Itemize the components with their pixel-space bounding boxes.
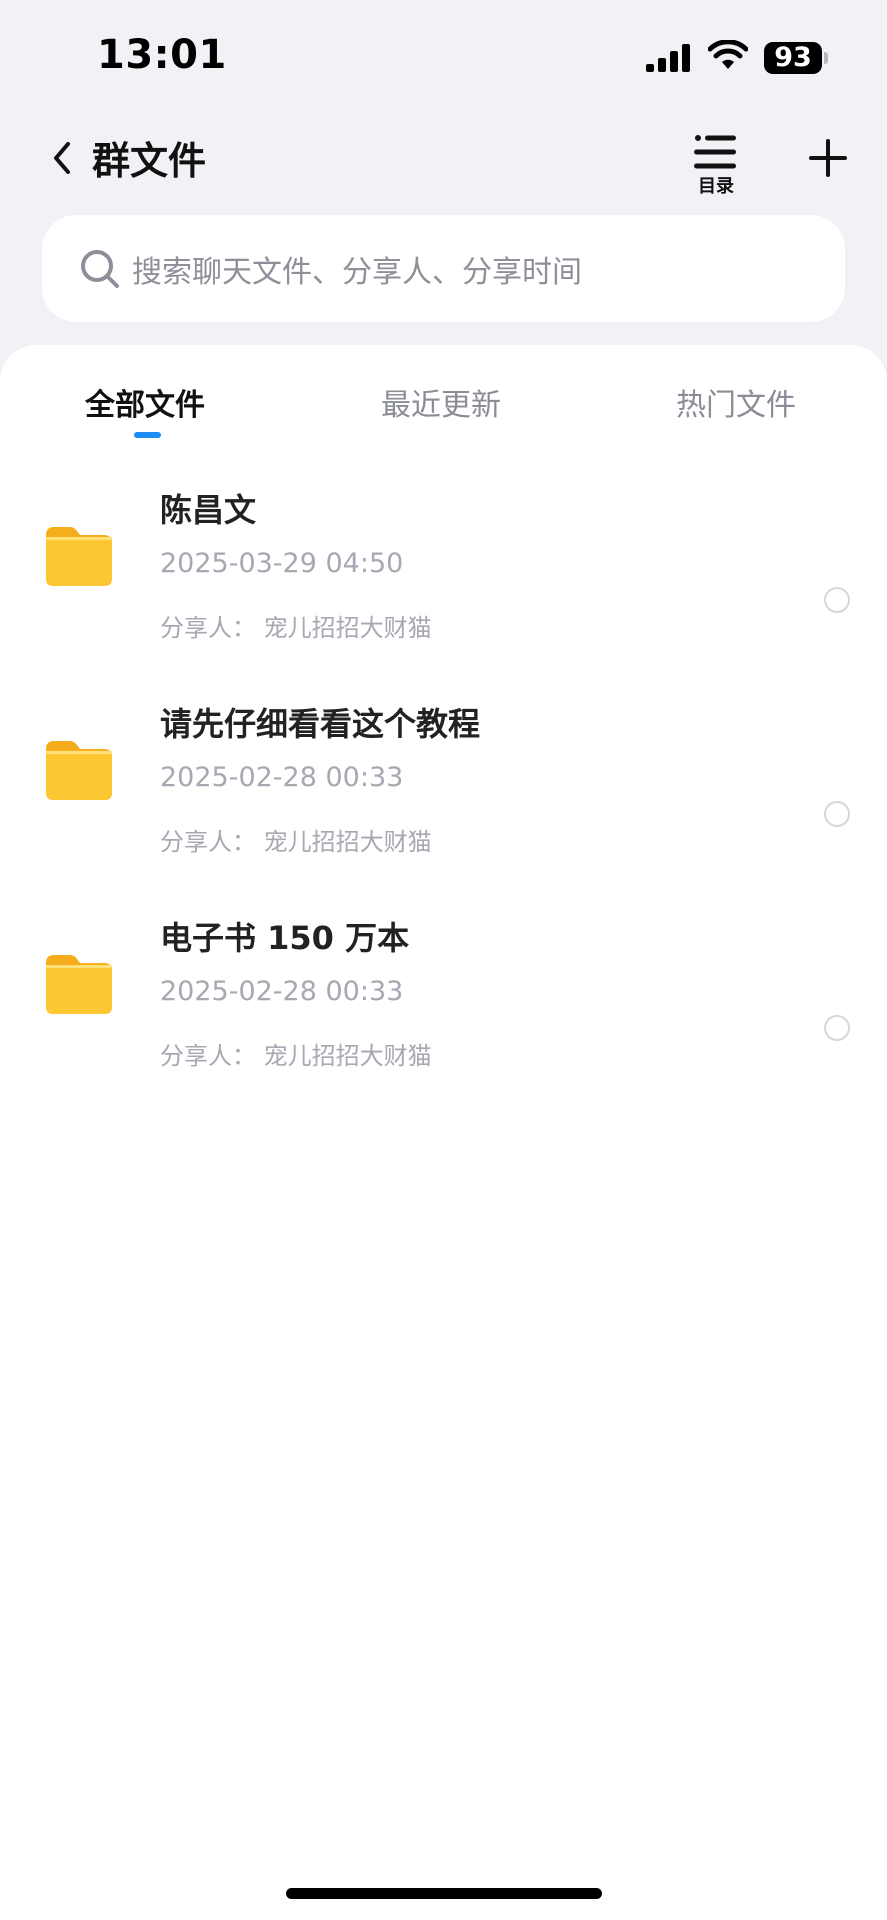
active-tab-indicator: [134, 432, 161, 438]
back-chevron-icon[interactable]: [48, 136, 76, 180]
file-sharer: 分享人： 宠儿招招大财猫: [160, 1042, 432, 1070]
file-name: 电子书 150 万本: [160, 919, 410, 957]
nav-bar: 群文件 目录: [0, 110, 887, 200]
catalog-button[interactable]: 目录: [688, 134, 744, 206]
search-placeholder: 搜索聊天文件、分享人、分享时间: [132, 255, 582, 290]
catalog-label: 目录: [698, 176, 734, 197]
file-sharer: 分享人： 宠儿招招大财猫: [160, 614, 432, 642]
cellular-signal-icon: [646, 44, 690, 72]
file-name: 陈昌文: [160, 491, 257, 529]
select-checkbox[interactable]: [824, 801, 850, 827]
select-checkbox[interactable]: [824, 1015, 850, 1041]
search-input[interactable]: 搜索聊天文件、分享人、分享时间: [42, 215, 845, 322]
search-icon: [81, 250, 119, 288]
file-date: 2025-02-28 00:33: [160, 762, 404, 793]
file-date: 2025-02-28 00:33: [160, 976, 404, 1007]
page-title: 群文件: [92, 139, 207, 183]
file-list-panel: 全部文件 最近更新 热门文件 陈昌文 2025-03-29 04:50 分享人：…: [0, 345, 887, 1920]
file-list-item[interactable]: 请先仔细看看这个教程 2025-02-28 00:33 分享人： 宠儿招招大财猫: [0, 699, 887, 909]
wifi-icon: [708, 40, 748, 69]
file-name: 请先仔细看看这个教程: [160, 705, 481, 743]
tab-hot-files[interactable]: 热门文件: [676, 380, 796, 424]
file-sharer: 分享人： 宠儿招招大财猫: [160, 828, 432, 856]
status-time: 13:01: [97, 32, 227, 78]
file-date: 2025-03-29 04:50: [160, 548, 404, 579]
list-icon: [694, 135, 736, 169]
select-checkbox[interactable]: [824, 587, 850, 613]
folder-icon: [46, 955, 112, 1014]
add-icon[interactable]: [808, 138, 848, 178]
home-indicator[interactable]: [286, 1888, 602, 1899]
folder-icon: [46, 527, 112, 586]
tab-recent-updates[interactable]: 最近更新: [381, 380, 501, 424]
battery-indicator: 93: [764, 42, 822, 74]
battery-cap: [824, 52, 828, 64]
tab-all-files[interactable]: 全部文件: [85, 380, 205, 424]
status-bar: 13:01 93: [0, 0, 887, 110]
folder-icon: [46, 741, 112, 800]
file-list-item[interactable]: 陈昌文 2025-03-29 04:50 分享人： 宠儿招招大财猫: [0, 485, 887, 695]
file-list-item[interactable]: 电子书 150 万本 2025-02-28 00:33 分享人： 宠儿招招大财猫: [0, 913, 887, 1123]
